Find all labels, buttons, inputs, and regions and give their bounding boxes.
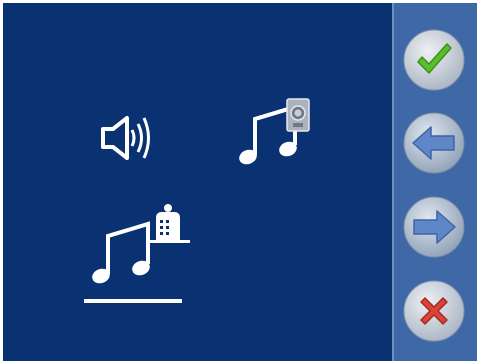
door-panel-icon [286,98,310,132]
next-button[interactable] [403,196,465,258]
music-notes-concierge-icon [92,204,190,284]
concierge-melody-option[interactable] [86,200,196,292]
confirm-button[interactable] [403,29,465,91]
door-melody-option[interactable] [235,97,315,177]
panel-divider [392,3,394,361]
selection-underline [84,299,182,303]
cancel-button[interactable] [403,280,465,342]
concierge-desk-icon [148,204,190,243]
speaker-volume-icon [101,116,150,160]
back-button[interactable] [403,112,465,174]
music-notes-door-icon [239,98,310,165]
speaker-volume-option[interactable] [99,106,159,170]
settings-panel [3,3,392,361]
